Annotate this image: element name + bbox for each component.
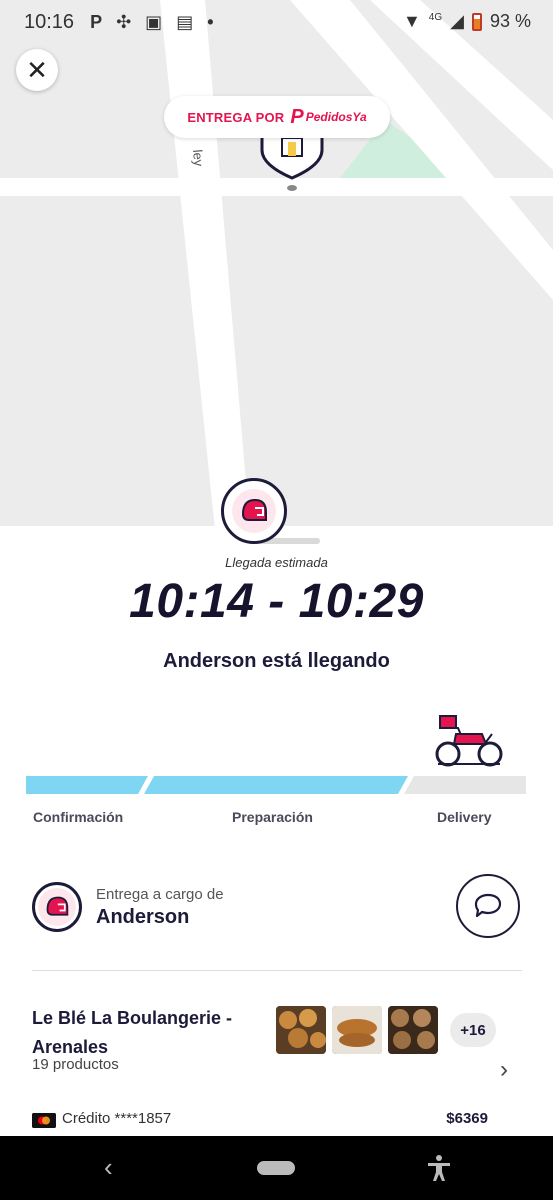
fan-notification-icon: ✣ xyxy=(116,11,132,32)
message-notification-icon: ▤ xyxy=(176,11,194,32)
product-thumbnail xyxy=(332,1006,382,1054)
pedidosya-logo: P PedidosYa xyxy=(290,106,366,129)
pedidosya-p-icon: P xyxy=(290,105,304,128)
chat-button[interactable] xyxy=(456,874,520,938)
step-confirmation: Confirmación xyxy=(33,809,124,825)
helmet-icon xyxy=(232,489,276,533)
delivery-provider-pill: ENTREGA POR P PedidosYa xyxy=(164,96,390,138)
more-items-badge: +16 xyxy=(450,1013,496,1047)
courier-label: Entrega a cargo de xyxy=(96,886,224,903)
battery-icon xyxy=(471,12,482,31)
product-thumbnail xyxy=(276,1006,326,1054)
status-bar: 10:16 P ✣ ▣ ▤ • ▼ 4G ◢ 93 % xyxy=(0,0,553,44)
progress-steps: Confirmación Preparación Delivery xyxy=(0,809,553,829)
delivery-by-label: ENTREGA POR xyxy=(187,109,285,125)
network-type: 4G xyxy=(428,12,443,23)
product-count: 19 productos xyxy=(32,1056,119,1073)
home-pill[interactable] xyxy=(257,1161,295,1175)
helmet-icon xyxy=(38,888,76,926)
step-preparation: Preparación xyxy=(232,809,313,825)
street-label: ley xyxy=(190,149,206,167)
courier-info-row: Entrega a cargo de Anderson xyxy=(32,874,522,940)
close-button[interactable]: ✕ xyxy=(16,49,58,91)
accessibility-icon[interactable] xyxy=(426,1154,452,1182)
status-time: 10:16 xyxy=(24,10,75,33)
payment-row: Crédito ****1857 $6369 xyxy=(32,1110,492,1132)
motorcycle-icon xyxy=(435,715,503,767)
chat-bubble-icon xyxy=(474,893,502,918)
battery-level: 93 % xyxy=(489,11,531,31)
courier-avatar xyxy=(32,882,82,932)
chevron-right-icon[interactable]: › xyxy=(500,1056,508,1084)
eta-label: Llegada estimada xyxy=(225,555,328,570)
section-divider xyxy=(32,970,522,971)
step-delivery: Delivery xyxy=(437,809,492,825)
progress-segment-preparation xyxy=(144,776,408,794)
product-thumbnail xyxy=(388,1006,438,1054)
credit-card-icon xyxy=(32,1113,56,1128)
system-nav-bar: ‹ xyxy=(0,1136,553,1200)
eta-time-range: 10:14 - 10:29 xyxy=(129,575,424,628)
courier-status-message: Anderson está llegando xyxy=(163,650,390,672)
image-notification-icon: ▣ xyxy=(145,11,163,32)
signal-icon: ◢ xyxy=(450,11,464,31)
product-thumbnails[interactable]: +16 xyxy=(276,1006,496,1054)
more-notifications-icon: • xyxy=(207,11,214,32)
courier-map-pin[interactable] xyxy=(221,478,287,544)
payment-method: Crédito ****1857 xyxy=(62,1110,172,1127)
notification-icons: P ✣ ▣ ▤ • xyxy=(90,12,213,33)
order-total: $6369 xyxy=(446,1110,488,1127)
status-right: ▼ 4G ◢ 93 % xyxy=(403,11,531,32)
back-icon[interactable]: ‹ xyxy=(104,1152,113,1183)
close-icon: ✕ xyxy=(26,54,48,85)
wifi-icon: ▼ xyxy=(402,11,421,31)
map-view[interactable]: ley xyxy=(0,0,553,530)
courier-name: Anderson xyxy=(96,906,190,928)
pedidosya-notification-icon: P xyxy=(90,11,103,32)
tracking-sheet: Llegada estimada 10:14 - 10:29 Anderson … xyxy=(0,526,553,1136)
store-name[interactable]: Le Blé La Boulangerie - Arenales xyxy=(32,1004,262,1062)
brand-name: PedidosYa xyxy=(305,110,367,124)
progress-segment-delivery xyxy=(404,776,526,794)
progress-segment-confirmation xyxy=(26,776,148,794)
map-streets: ley xyxy=(0,0,553,530)
order-progress-bar xyxy=(26,776,526,794)
